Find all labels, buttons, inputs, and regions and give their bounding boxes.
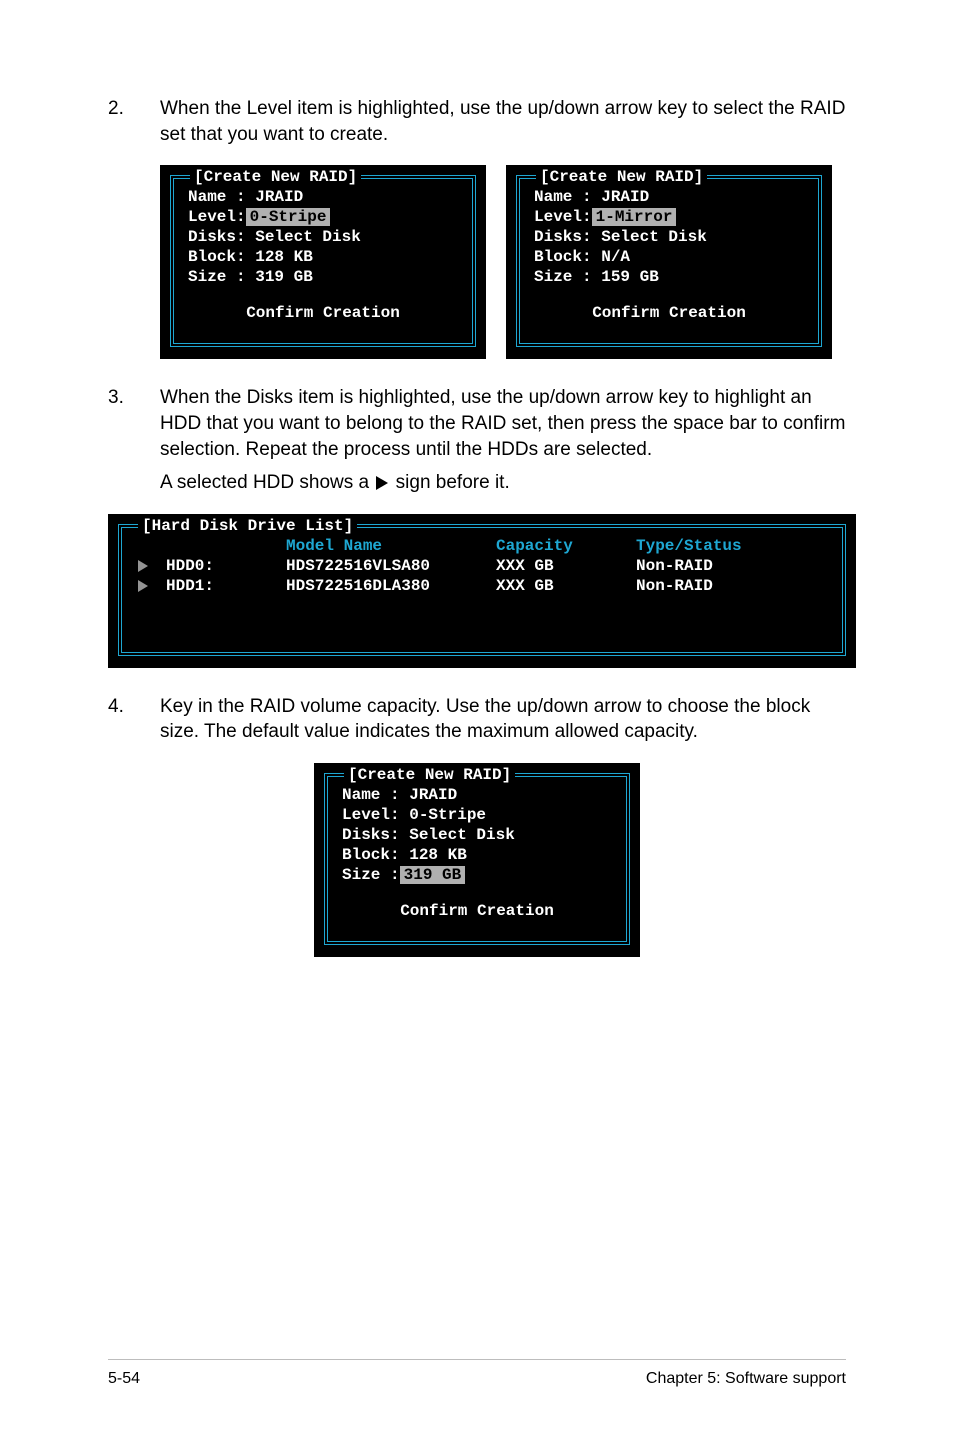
subtext-before: A selected HDD shows a: [160, 472, 369, 493]
subtext-after: sign before it.: [396, 472, 510, 493]
create-raid-panel-size: [Create New RAID] Name : JRAID Level: 0-…: [314, 763, 640, 957]
raid-size-row: Size :319 GB: [342, 865, 612, 885]
panel-title: [Hard Disk Drive List]: [138, 516, 357, 536]
col-header-type: Type/Status: [636, 536, 806, 556]
step-number: 2.: [108, 96, 160, 147]
drive-capacity: XXX GB: [496, 556, 636, 576]
raid-name: Name : JRAID: [342, 785, 612, 805]
drive-type: Non-RAID: [636, 576, 806, 596]
panel-title: [Create New RAID]: [190, 167, 361, 187]
page-number: 5-54: [108, 1370, 140, 1388]
selected-marker-icon: [138, 580, 148, 592]
step-number: 3.: [108, 385, 160, 496]
raid-size-value[interactable]: 319 GB: [400, 866, 466, 884]
raid-size-label: Size :: [342, 866, 400, 884]
drive-type: Non-RAID: [636, 556, 806, 576]
chapter-label: Chapter 5: Software support: [646, 1370, 846, 1388]
hard-disk-drive-list-panel: [Hard Disk Drive List] Model Name Capaci…: [108, 514, 856, 668]
drive-model: HDS722516VLSA80: [286, 556, 496, 576]
panel-title: [Create New RAID]: [536, 167, 707, 187]
raid-block: Block: N/A: [534, 247, 804, 267]
raid-size: Size : 159 GB: [534, 267, 804, 287]
drive-id: HDD0:: [166, 556, 286, 576]
raid-level-label: Level:: [188, 208, 246, 226]
play-triangle-icon: [376, 476, 388, 490]
raid-level-label: Level:: [534, 208, 592, 226]
create-raid-panel-stripe: [Create New RAID] Name : JRAID Level:0-S…: [160, 165, 486, 359]
step-subtext: A selected HDD shows a sign before it.: [160, 470, 846, 496]
drive-row[interactable]: HDD0: HDS722516VLSA80 XXX GB Non-RAID: [138, 556, 826, 576]
raid-level: Level: 0-Stripe: [342, 805, 612, 825]
raid-disks: Disks: Select Disk: [534, 227, 804, 247]
selected-marker-icon: [138, 560, 148, 572]
step-number: 4.: [108, 694, 160, 745]
step-text: Key in the RAID volume capacity. Use the…: [160, 694, 846, 745]
drive-row[interactable]: HDD1: HDS722516DLA380 XXX GB Non-RAID: [138, 576, 826, 596]
drive-model: HDS722516DLA380: [286, 576, 496, 596]
raid-level-row: Level:1-Mirror: [534, 207, 804, 227]
drive-capacity: XXX GB: [496, 576, 636, 596]
raid-size: Size : 319 GB: [188, 267, 458, 287]
create-raid-panel-mirror: [Create New RAID] Name : JRAID Level:1-M…: [506, 165, 832, 359]
confirm-creation[interactable]: Confirm Creation: [188, 303, 458, 323]
raid-block: Block: 128 KB: [188, 247, 458, 267]
panel-title: [Create New RAID]: [344, 765, 515, 785]
step-text: When the Level item is highlighted, use …: [160, 96, 846, 147]
raid-level-value[interactable]: 1-Mirror: [592, 208, 677, 226]
col-header-model: Model Name: [286, 536, 496, 556]
step-text: When the Disks item is highlighted, use …: [160, 385, 846, 462]
raid-name: Name : JRAID: [534, 187, 804, 207]
confirm-creation[interactable]: Confirm Creation: [534, 303, 804, 323]
raid-disks: Disks: Select Disk: [188, 227, 458, 247]
col-header-capacity: Capacity: [496, 536, 636, 556]
raid-disks: Disks: Select Disk: [342, 825, 612, 845]
raid-level-value[interactable]: 0-Stripe: [246, 208, 331, 226]
drive-id: HDD1:: [166, 576, 286, 596]
raid-block: Block: 128 KB: [342, 845, 612, 865]
raid-level-row: Level:0-Stripe: [188, 207, 458, 227]
raid-name: Name : JRAID: [188, 187, 458, 207]
confirm-creation[interactable]: Confirm Creation: [342, 901, 612, 921]
